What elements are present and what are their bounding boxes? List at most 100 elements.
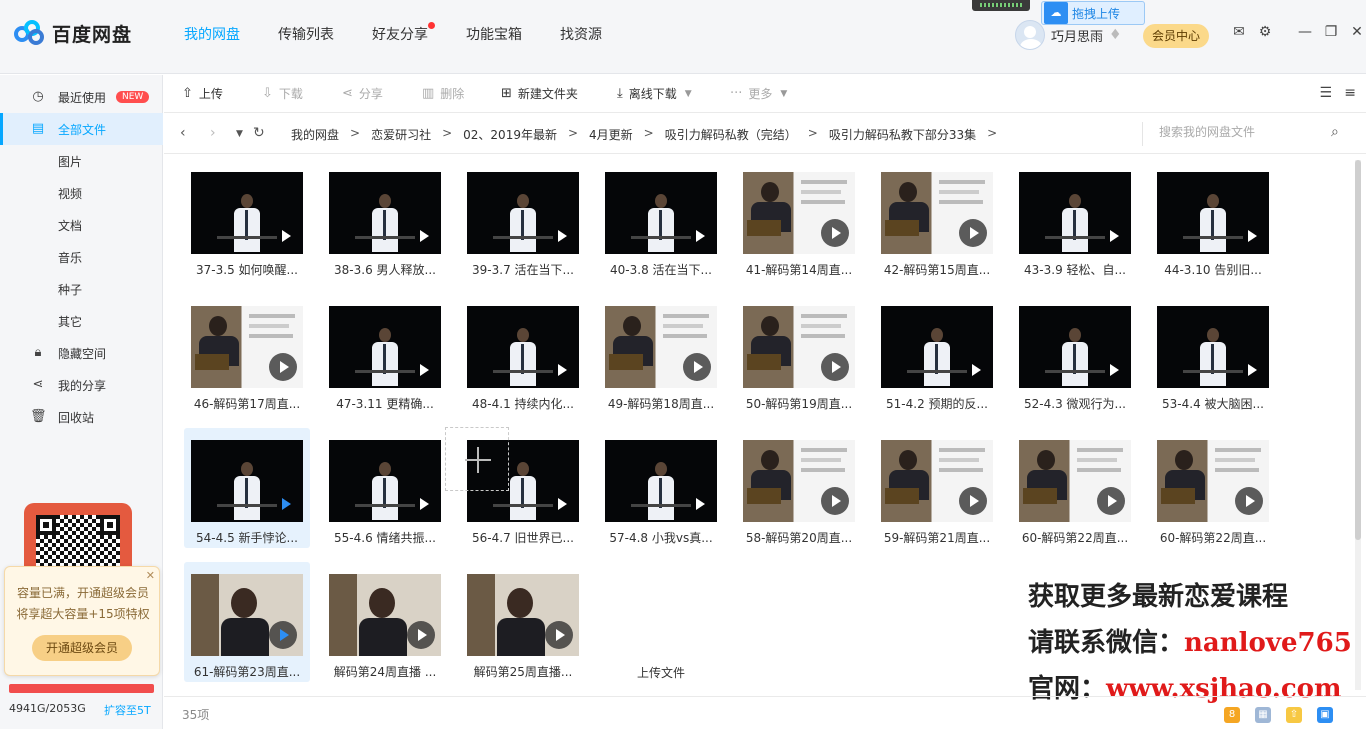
video-thumbnail[interactable] [605, 440, 717, 522]
file-tile[interactable]: 解码第24周直播 ... [322, 562, 448, 682]
file-name[interactable]: 38-3.6 男人释放... [322, 261, 448, 278]
breadcrumb-item[interactable]: 吸引力解码私教（完结） [665, 126, 797, 143]
file-tile[interactable]: 47-3.11 更精确... [322, 294, 448, 414]
play-icon[interactable] [277, 495, 295, 513]
video-thumbnail[interactable] [881, 172, 993, 254]
file-name[interactable]: 37-3.5 如何唤醒... [184, 261, 310, 278]
offline-download-button[interactable]: ⤓ 离线下载 ▼ [617, 85, 692, 102]
play-icon[interactable] [959, 219, 987, 247]
file-name[interactable]: 49-解码第18周直... [598, 395, 724, 412]
file-name[interactable]: 57-4.8 小我vs真... [598, 529, 724, 546]
play-icon[interactable] [1243, 361, 1261, 379]
video-thumbnail[interactable] [1019, 306, 1131, 388]
play-icon[interactable] [821, 219, 849, 247]
video-thumbnail[interactable] [881, 306, 993, 388]
video-thumbnail[interactable] [1019, 440, 1131, 522]
sidebar-item-images[interactable]: 图片 [0, 145, 163, 177]
nav-transfer-list[interactable]: 传输列表 [278, 24, 334, 48]
play-icon[interactable] [959, 487, 987, 515]
sidebar-item-documents[interactable]: 文档 [0, 209, 163, 241]
sidebar-item-torrents[interactable]: 种子 [0, 273, 163, 305]
file-name[interactable]: 44-3.10 告别旧... [1150, 261, 1276, 278]
video-thumbnail[interactable] [605, 306, 717, 388]
file-tile[interactable]: 60-解码第22周直... [1150, 428, 1276, 548]
file-tile[interactable]: 解码第25周直播... [460, 562, 586, 682]
video-thumbnail[interactable] [743, 172, 855, 254]
play-icon[interactable] [1105, 361, 1123, 379]
file-tile[interactable]: 55-4.6 情绪共振... [322, 428, 448, 548]
username[interactable]: 巧月思雨 [1051, 26, 1103, 45]
search-icon[interactable]: ⌕ [1331, 124, 1339, 140]
file-name[interactable]: 56-4.7 旧世界已... [460, 529, 586, 546]
video-thumbnail[interactable] [467, 306, 579, 388]
file-tile[interactable]: 42-解码第15周直... [874, 160, 1000, 280]
file-tile[interactable]: 54-4.5 新手悖论... [184, 428, 310, 548]
file-tile[interactable]: 59-解码第21周直... [874, 428, 1000, 548]
sidebar-item-my-share[interactable]: ⋖ 我的分享 [0, 369, 163, 401]
play-icon[interactable] [277, 227, 295, 245]
file-name[interactable]: 59-解码第21周直... [874, 529, 1000, 546]
close-icon[interactable]: ✕ [1348, 24, 1366, 40]
file-tile[interactable]: 43-3.9 轻松、自... [1012, 160, 1138, 280]
history-dropdown-icon[interactable]: ▼ [236, 129, 243, 139]
play-icon[interactable] [821, 353, 849, 381]
play-icon[interactable] [821, 487, 849, 515]
video-thumbnail[interactable] [743, 440, 855, 522]
play-icon[interactable] [415, 495, 433, 513]
video-thumbnail[interactable] [329, 440, 441, 522]
upload-arrow-icon[interactable]: ⇧ [1286, 707, 1302, 723]
file-tile[interactable]: 51-4.2 预期的反... [874, 294, 1000, 414]
play-icon[interactable] [967, 361, 985, 379]
file-name[interactable]: 54-4.5 新手悖论... [184, 529, 310, 546]
play-icon[interactable] [683, 353, 711, 381]
breadcrumb-item[interactable]: 吸引力解码私教下部分33集 [829, 126, 976, 143]
file-name[interactable]: 43-3.9 轻松、自... [1012, 261, 1138, 278]
file-name[interactable]: 60-解码第22周直... [1150, 529, 1276, 546]
play-icon[interactable] [1097, 487, 1125, 515]
file-tile[interactable]: 58-解码第20周直... [736, 428, 862, 548]
sidebar-item-trash[interactable]: 🗑︎ 回收站 [0, 401, 163, 433]
upload-button[interactable]: ⇧ 上传 [182, 85, 223, 102]
sidebar-item-recent[interactable]: ◷ 最近使用 NEW [0, 81, 163, 113]
breadcrumb-item[interactable]: 02、2019年最新 [463, 126, 557, 143]
file-tile[interactable]: 44-3.10 告别旧... [1150, 160, 1276, 280]
file-tile[interactable]: 57-4.8 小我vs真... [598, 428, 724, 548]
video-thumbnail[interactable] [605, 172, 717, 254]
open-super-vip-button[interactable]: 开通超级会员 [32, 635, 132, 661]
upload-file-label[interactable]: 上传文件 [600, 664, 722, 681]
file-name[interactable]: 40-3.8 活在当下... [598, 261, 724, 278]
new-folder-button[interactable]: ⊞ 新建文件夹 [501, 85, 578, 102]
mail-icon[interactable]: ✉ [1230, 24, 1248, 40]
video-thumbnail[interactable] [329, 172, 441, 254]
file-name[interactable]: 53-4.4 被大脑困... [1150, 395, 1276, 412]
file-name[interactable]: 39-3.7 活在当下... [460, 261, 586, 278]
share-button[interactable]: ⋖ 分享 [342, 85, 383, 102]
close-icon[interactable]: ✕ [146, 569, 155, 582]
file-name[interactable]: 60-解码第22周直... [1012, 529, 1138, 546]
video-thumbnail[interactable] [1019, 172, 1131, 254]
video-thumbnail[interactable] [881, 440, 993, 522]
forward-icon[interactable]: › [210, 125, 216, 141]
back-icon[interactable]: ‹ [180, 125, 186, 141]
minimize-icon[interactable]: — [1296, 24, 1314, 40]
sort-icon[interactable]: ☰ [1319, 85, 1332, 101]
more-button[interactable]: ··· 更多 ▼ [730, 85, 787, 102]
delete-button[interactable]: ▥ 删除 [422, 85, 464, 102]
play-icon[interactable] [553, 361, 571, 379]
video-thumbnail[interactable] [191, 440, 303, 522]
play-icon[interactable] [691, 495, 709, 513]
nav-my-disk[interactable]: 我的网盘 [184, 24, 240, 48]
file-name[interactable]: 解码第25周直播... [460, 663, 586, 680]
video-thumbnail[interactable] [1157, 172, 1269, 254]
avatar[interactable] [1015, 20, 1045, 50]
video-thumbnail[interactable] [467, 574, 579, 656]
file-name[interactable]: 47-3.11 更精确... [322, 395, 448, 412]
play-icon[interactable] [553, 495, 571, 513]
play-icon[interactable] [415, 227, 433, 245]
play-icon[interactable] [269, 353, 297, 381]
sidebar-item-other[interactable]: 其它 [0, 305, 163, 337]
file-name[interactable]: 51-4.2 预期的反... [874, 395, 1000, 412]
search-input[interactable] [1159, 125, 1319, 139]
file-name[interactable]: 55-4.6 情绪共振... [322, 529, 448, 546]
expand-capacity-link[interactable]: 扩容至5T [104, 702, 151, 718]
